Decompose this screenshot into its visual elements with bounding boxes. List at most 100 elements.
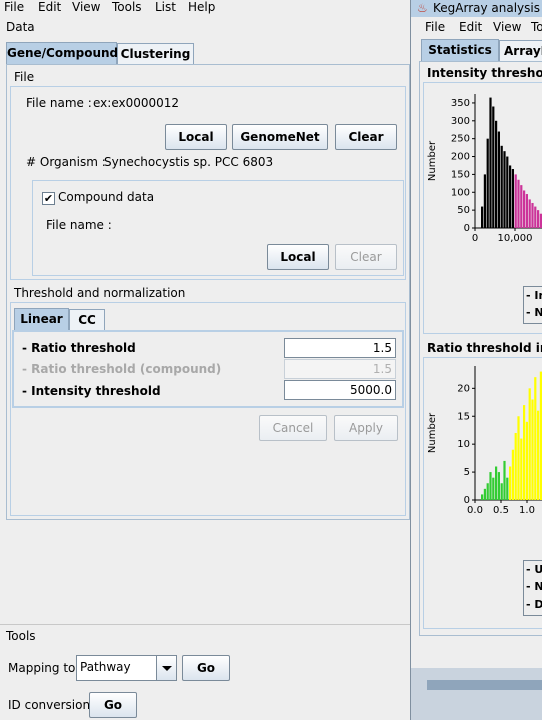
compound-checkbox-label: Compound data xyxy=(58,190,155,204)
histogram-bar xyxy=(489,472,492,500)
histogram-bar xyxy=(492,477,495,500)
histogram-bar xyxy=(528,388,531,500)
analysis-window: ♨ KegArray analysis File Edit View To St… xyxy=(410,0,542,668)
organism-label: # Organism : xyxy=(26,155,106,169)
mapping-to-label: Mapping to xyxy=(8,661,76,675)
histogram-bar xyxy=(517,179,520,228)
intensity-panel-title: Intensity threshold in xyxy=(427,66,542,80)
histogram-bar xyxy=(509,466,512,500)
apply-button[interactable]: Apply xyxy=(334,415,398,441)
analysis-menu-edit[interactable]: Edit xyxy=(459,20,482,34)
y-tick-label: 20 xyxy=(457,383,470,394)
background-window-strip xyxy=(410,668,542,720)
ratio-histogram: Number051015200.0 0.5 1.0 xyxy=(427,366,542,516)
intensity-threshold-label: - Intensity threshold xyxy=(22,384,161,398)
histogram-bar xyxy=(481,206,484,228)
tab-statistics[interactable]: Statistics xyxy=(421,39,499,61)
ratio-threshold-compound-label: - Ratio threshold (compound) xyxy=(22,362,222,376)
menu-file[interactable]: File xyxy=(4,0,24,14)
y-tick-label: 10 xyxy=(457,439,470,450)
histogram-bar xyxy=(506,156,509,228)
histogram-bar xyxy=(517,416,520,500)
histogram-bar xyxy=(534,206,537,228)
ratio-legend-item-2: - N xyxy=(526,580,542,593)
java-cup-icon: ♨ xyxy=(417,1,428,15)
tab-gene-compound[interactable]: Gene/Compound xyxy=(6,42,118,64)
histogram-bar xyxy=(514,433,517,500)
histogram-bar xyxy=(503,151,506,228)
file-group-title: File xyxy=(14,70,35,84)
intensity-threshold-field[interactable]: 5000.0 xyxy=(284,380,396,400)
mapping-select[interactable]: Pathway xyxy=(76,655,177,681)
analysis-menu-view[interactable]: View xyxy=(493,20,521,34)
tab-linear[interactable]: Linear xyxy=(14,308,69,330)
menu-help[interactable]: Help xyxy=(188,0,215,14)
histogram-bar xyxy=(489,97,492,228)
compound-clear-button[interactable]: Clear xyxy=(335,244,397,270)
histogram-bar xyxy=(483,488,486,500)
mapping-go-button[interactable]: Go xyxy=(182,655,230,681)
intensity-histogram: Number 0 50 100 150 200 250 300 350 0 10,000 xyxy=(427,94,542,244)
histogram-bar xyxy=(523,405,526,500)
y-tick-label: 100 xyxy=(451,187,470,198)
tab-clustering[interactable]: Clustering xyxy=(117,43,194,64)
intensity-legend-item-2: - N xyxy=(526,306,542,319)
menu-edit[interactable]: Edit xyxy=(38,0,61,14)
histogram-bar xyxy=(528,199,531,228)
histogram-bar xyxy=(514,174,517,228)
histogram-bar xyxy=(495,120,498,228)
x-tick-label: 1.0 xyxy=(519,505,535,516)
analysis-menu-tools[interactable]: To xyxy=(531,20,542,34)
histogram-bar xyxy=(483,174,486,228)
organism-value: Synechocystis sp. PCC 6803 xyxy=(104,155,274,169)
analysis-title: KegArray analysis xyxy=(433,1,540,15)
compound-file-name-label: File name : xyxy=(46,218,112,232)
histogram-bar xyxy=(497,472,500,500)
ratio-threshold-compound-field: 1.5 xyxy=(284,359,396,379)
tab-arrayimage[interactable]: ArrayIm xyxy=(499,40,542,61)
id-conversion-go-button[interactable]: Go xyxy=(89,692,137,718)
y-tick-label: 150 xyxy=(451,169,470,180)
histogram-bar xyxy=(520,185,523,228)
menu-tools[interactable]: Tools xyxy=(112,0,142,14)
compound-checkbox[interactable]: ✔ xyxy=(42,192,55,205)
ratio-threshold-label: - Ratio threshold xyxy=(22,341,136,355)
histogram-bar xyxy=(537,410,540,500)
histogram-bar xyxy=(486,483,489,500)
analysis-menu-file[interactable]: File xyxy=(425,20,445,34)
histogram-bar xyxy=(531,202,534,228)
histogram-bar xyxy=(520,438,523,500)
compound-local-button[interactable]: Local xyxy=(267,244,329,270)
x-tick-label: 0.5 xyxy=(493,505,509,516)
ratio-panel-title: Ratio threshold inform xyxy=(427,341,542,355)
background-window-titlebar xyxy=(427,680,542,690)
menu-list[interactable]: List xyxy=(155,0,176,14)
menu-view[interactable]: View xyxy=(72,0,100,14)
x-tick-label: 0 xyxy=(472,233,478,244)
y-tick-label: 200 xyxy=(451,152,470,163)
tools-section-title: Tools xyxy=(6,629,36,643)
tab-cc[interactable]: CC xyxy=(69,309,105,330)
y-tick-label: 250 xyxy=(451,134,470,145)
histogram-bar xyxy=(511,169,514,228)
cancel-button[interactable]: Cancel xyxy=(259,415,327,441)
y-tick-label: 50 xyxy=(457,205,470,216)
analysis-title-bar[interactable]: ♨ KegArray analysis xyxy=(411,0,542,17)
y-tick-label: 0 xyxy=(464,223,470,234)
chevron-down-icon[interactable] xyxy=(156,656,176,680)
local-button[interactable]: Local xyxy=(165,124,227,150)
genomenet-button[interactable]: GenomeNet xyxy=(232,124,328,150)
clear-button[interactable]: Clear xyxy=(335,124,397,150)
ratio-threshold-field[interactable]: 1.5 xyxy=(284,338,396,358)
y-axis-label: Number xyxy=(427,412,438,453)
histogram-bar xyxy=(506,477,509,500)
ratio-legend: - Up - N - D xyxy=(523,560,542,616)
menu-bar: File Edit View Tools List Help xyxy=(0,0,410,16)
y-tick-label: 15 xyxy=(457,411,470,422)
histogram-bar xyxy=(534,377,537,500)
file-name-label: File name : xyxy=(26,96,92,110)
histogram-bar xyxy=(481,494,484,500)
y-axis-label: Number xyxy=(427,140,438,181)
histogram-bar xyxy=(511,449,514,500)
ratio-legend-item-3: - D xyxy=(526,598,542,611)
